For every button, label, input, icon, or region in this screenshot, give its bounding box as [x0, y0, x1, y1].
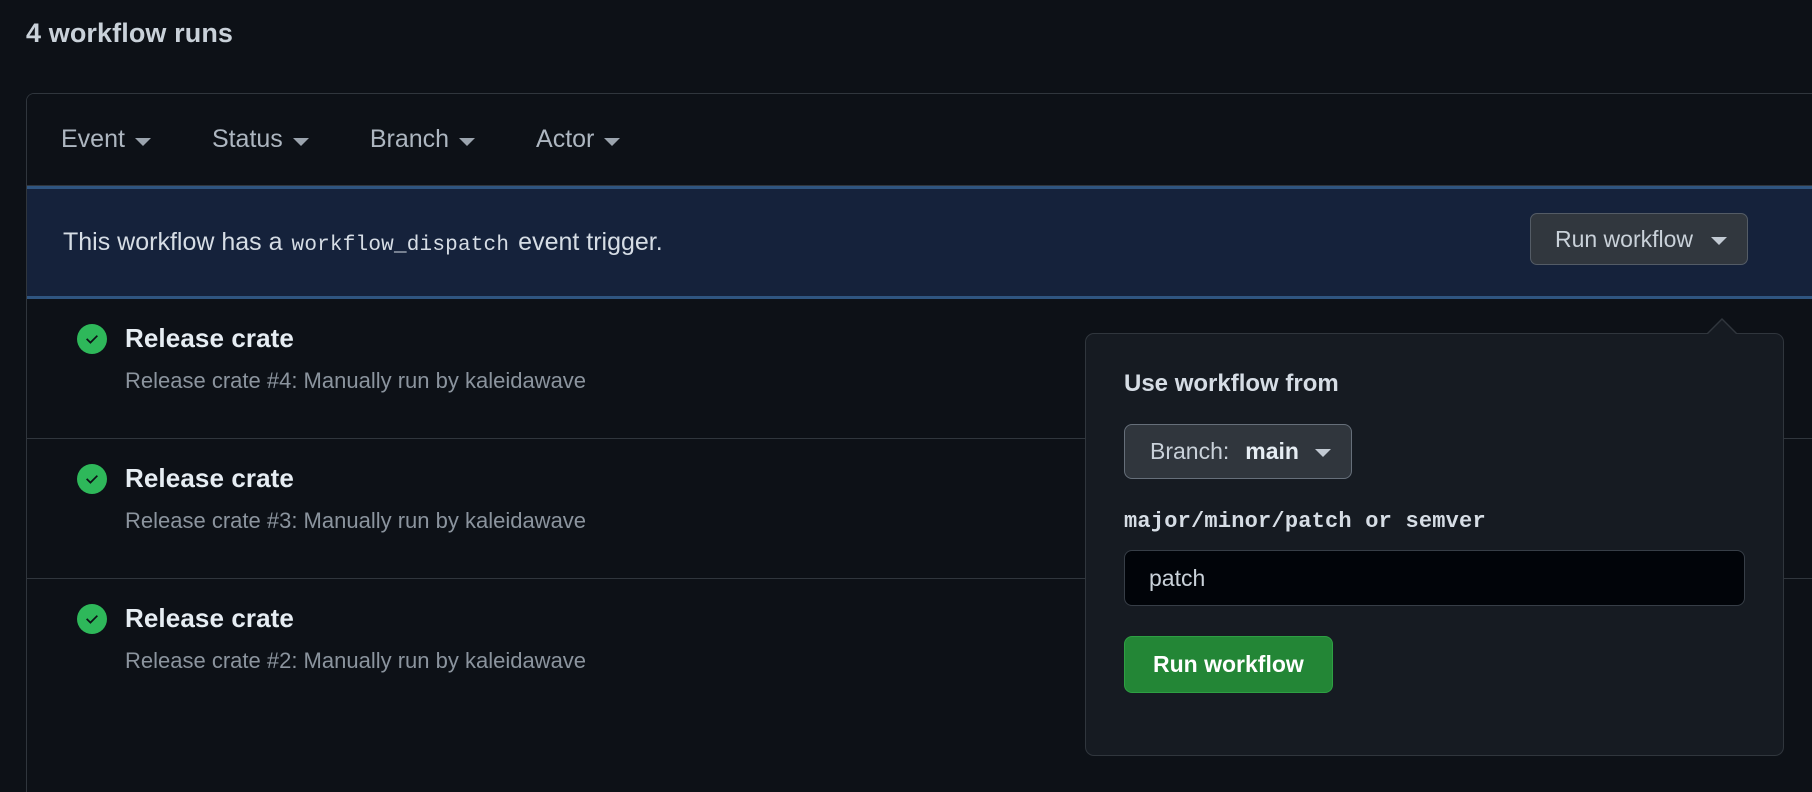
panel-heading: Use workflow from — [1124, 370, 1339, 397]
filter-branch-label: Branch — [369, 125, 450, 153]
filter-event-label: Event — [61, 125, 125, 153]
check-circle-icon — [77, 603, 107, 634]
panel-arrow — [1707, 320, 1737, 335]
workflow-dispatch-banner: This workflow has a workflow_dispatch ev… — [27, 186, 1812, 299]
chevron-down-icon — [1314, 449, 1331, 457]
filter-status[interactable]: Status — [212, 125, 309, 154]
filter-actor[interactable]: Actor — [536, 125, 621, 154]
run-workflow-submit-button[interactable]: Run workflow — [1124, 636, 1333, 693]
filter-bar: Event Status Branch Actor — [27, 94, 1812, 186]
run-title: Release crate — [125, 463, 294, 493]
chevron-down-icon — [134, 138, 151, 146]
check-circle-icon — [77, 323, 107, 354]
chevron-down-icon — [292, 138, 309, 146]
chevron-down-icon — [459, 138, 476, 146]
run-title: Release crate — [125, 603, 294, 633]
version-input[interactable] — [1124, 550, 1745, 606]
branch-select-value: main — [1245, 438, 1299, 464]
check-circle-icon — [77, 463, 107, 494]
banner-text-before: This workflow has a — [63, 228, 283, 256]
chevron-down-icon — [1711, 236, 1727, 245]
version-input-label: major/minor/patch or semver — [1124, 509, 1486, 534]
chevron-down-icon — [604, 138, 621, 146]
filter-status-label: Status — [211, 125, 283, 153]
run-workflow-panel: Use workflow from Branch: main major/min… — [1085, 318, 1784, 756]
banner-text-after: event trigger. — [518, 228, 663, 256]
page-title: 4 workflow runs — [26, 18, 234, 48]
branch-select-prefix: Branch: — [1150, 438, 1230, 464]
filter-event[interactable]: Event — [61, 125, 151, 154]
filter-actor-label: Actor — [536, 125, 595, 153]
banner-event-name: workflow_dispatch — [291, 234, 510, 257]
workflow-dispatch-message: This workflow has a workflow_dispatch ev… — [63, 228, 663, 257]
branch-select-button[interactable]: Branch: main — [1124, 424, 1352, 479]
run-workflow-dropdown-button[interactable]: Run workflow — [1529, 213, 1748, 265]
run-title: Release crate — [125, 323, 294, 353]
filter-branch[interactable]: Branch — [369, 125, 476, 154]
workflow-runs-page: 4 workflow runs Event Status Branch Acto… — [0, 0, 1812, 792]
run-workflow-dropdown-label: Run workflow — [1554, 225, 1693, 252]
